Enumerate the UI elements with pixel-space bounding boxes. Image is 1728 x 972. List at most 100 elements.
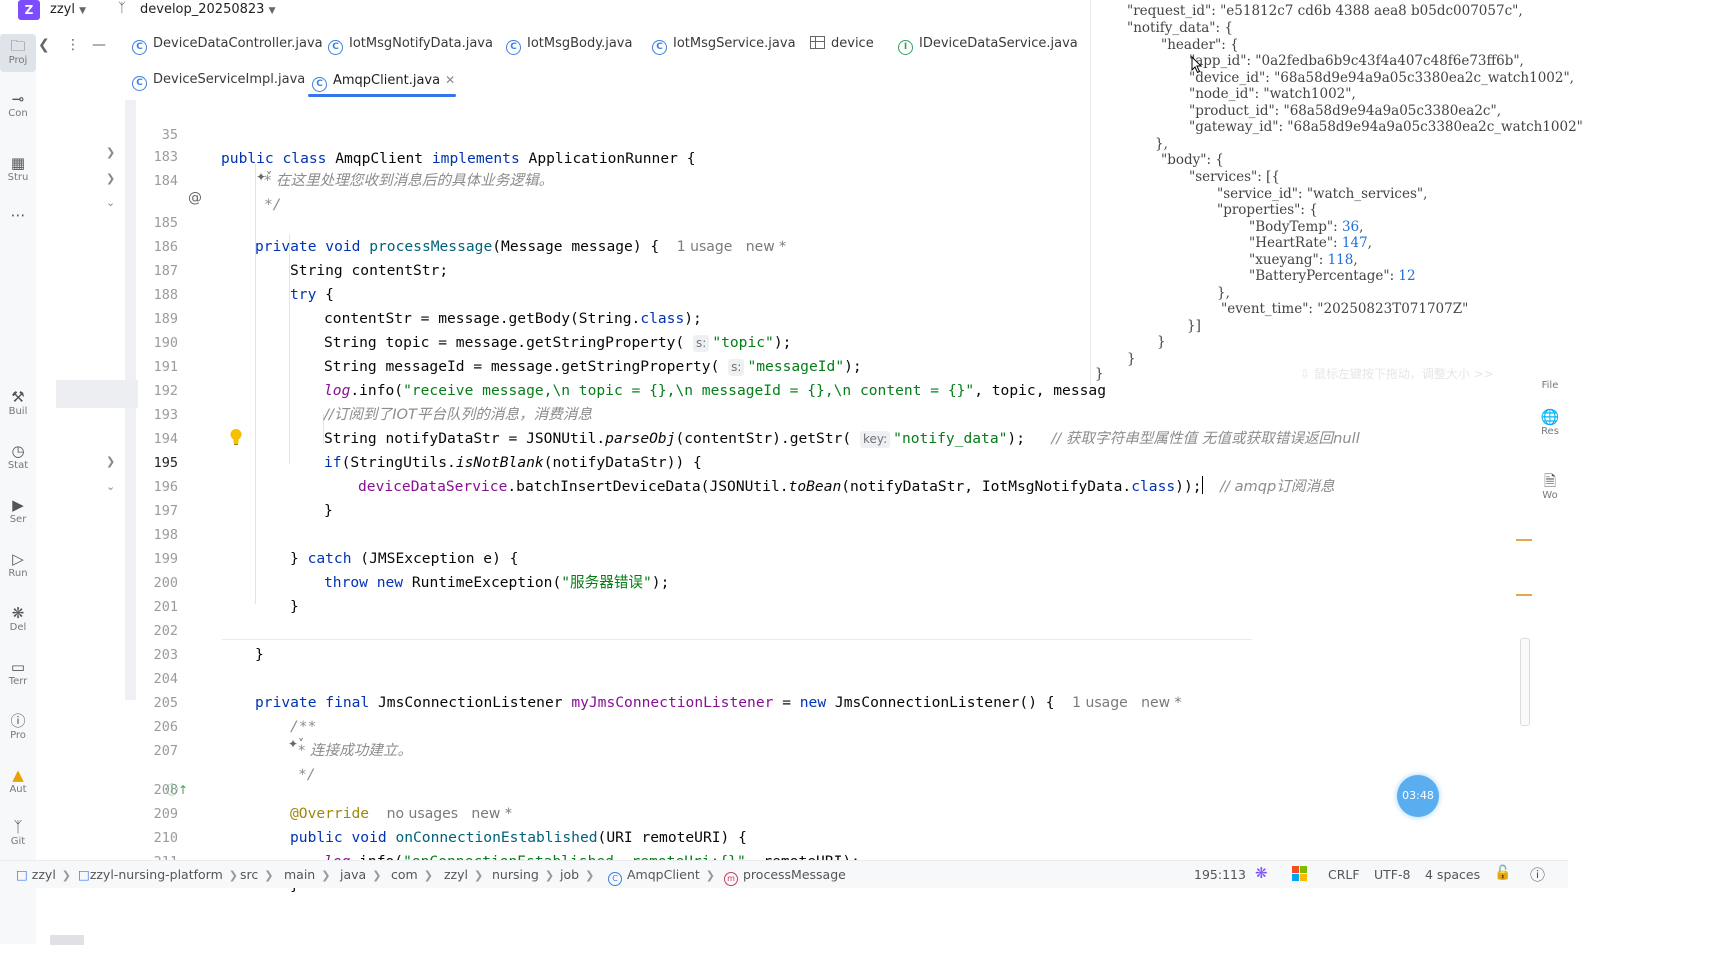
editor-vertical-scrollbar[interactable] bbox=[1520, 638, 1530, 726]
tab-amqp-client[interactable]: C AmqpClient.java ✕ bbox=[312, 66, 455, 94]
globe-icon: 🌐 bbox=[1540, 408, 1560, 426]
code-line: 201 bbox=[140, 571, 1700, 615]
project-selector[interactable]: zzyl ▼ bbox=[50, 2, 86, 17]
tab-iot-msg-notify-data[interactable]: C IotMsgNotifyData.java bbox=[328, 30, 493, 58]
table-icon bbox=[810, 36, 825, 49]
branch-selector[interactable]: develop_20250823 ▼ bbox=[140, 2, 276, 17]
tab-device-data-controller[interactable]: C DeviceDataController.java bbox=[132, 30, 323, 58]
file-encoding[interactable]: UTF-8 bbox=[1374, 867, 1410, 882]
recording-timer: 03:48 bbox=[1397, 775, 1439, 817]
code-line: 209 public void onConnectionEstablished(… bbox=[140, 778, 1700, 846]
warning-stripe-marker[interactable] bbox=[1516, 539, 1532, 541]
close-icon[interactable]: ✕ bbox=[445, 73, 455, 87]
tool-commit[interactable]: ⊸ Con bbox=[0, 90, 36, 120]
ai-sparkle-icon[interactable]: ✦˅ bbox=[256, 170, 272, 184]
breadcrumb-item[interactable]: zzyl ❯ bbox=[444, 867, 483, 882]
tool-run[interactable]: ▷ Run bbox=[0, 550, 36, 580]
tool-git[interactable]: ᛉ Git bbox=[0, 818, 36, 848]
class-icon: C bbox=[132, 76, 147, 91]
tab-device-service-impl[interactable]: C DeviceServiceImpl.java bbox=[132, 66, 305, 94]
tab-label: IotMsgService.java bbox=[673, 36, 796, 51]
json-line: }, bbox=[1217, 285, 1230, 301]
breadcrumb-item[interactable]: □ zzyl ❯ bbox=[16, 867, 71, 882]
line-ending[interactable]: CRLF bbox=[1328, 867, 1360, 882]
breadcrumb-item[interactable]: com ❯ bbox=[391, 867, 433, 882]
minimize-icon[interactable]: — bbox=[92, 37, 106, 53]
tool-file[interactable]: File bbox=[1532, 380, 1568, 392]
tab-iot-msg-body[interactable]: C IotMsgBody.java bbox=[506, 30, 632, 58]
json-line: "HeartRate": 147, bbox=[1249, 235, 1372, 251]
json-line: "service_id": "watch_services", bbox=[1217, 186, 1428, 202]
tool-word[interactable]: 🗎 Wo bbox=[1532, 472, 1568, 502]
tool-statistic[interactable]: ◷ Stat bbox=[0, 442, 36, 472]
document-icon: 🗎 bbox=[1543, 472, 1557, 490]
json-line: "services": [{ bbox=[1189, 169, 1280, 185]
project-tree-selection[interactable] bbox=[56, 380, 138, 408]
code-line: 200 } bbox=[140, 547, 1700, 615]
tab-label: device bbox=[831, 36, 874, 51]
code-line: 195 deviceDataService.batchInsertDeviceD… bbox=[140, 427, 1700, 495]
code-line: 199 throw new RuntimeException("服务器错误"); bbox=[140, 523, 1700, 591]
json-line: "node_id": "watch1002", bbox=[1189, 86, 1356, 102]
unlock-icon[interactable]: 🔓 bbox=[1494, 865, 1511, 881]
tool-more[interactable]: ⋯ bbox=[0, 206, 36, 224]
notifications-icon[interactable]: ⓘ bbox=[1530, 864, 1545, 885]
chevron-down-icon[interactable]: ⌄ bbox=[106, 196, 115, 209]
tool-services[interactable]: ▶ Ser bbox=[0, 496, 36, 526]
tab-idevice-data-service[interactable]: I IDeviceDataService.java bbox=[898, 30, 1078, 58]
tab-device-table[interactable]: device bbox=[810, 30, 874, 58]
chevron-down-icon[interactable]: ⌄ bbox=[106, 480, 115, 493]
more-vertical-icon[interactable]: ⋮ bbox=[66, 37, 80, 53]
horizontal-scrollbar[interactable] bbox=[50, 935, 84, 945]
json-line: "gateway_id": "68a58d9e94a9a05c3380ea2c_… bbox=[1189, 119, 1583, 135]
breadcrumb-item[interactable]: □zzyl-nursing-platform ❯ bbox=[78, 867, 238, 882]
json-line: "BodyTemp": 36, bbox=[1249, 219, 1364, 235]
tool-rest[interactable]: 🌐 Res bbox=[1532, 408, 1568, 438]
indent-setting[interactable]: 4 spaces bbox=[1425, 867, 1480, 882]
tool-label: Terr bbox=[8, 676, 28, 687]
branch-name: develop_20250823 bbox=[140, 2, 265, 17]
json-line: "notify_data": { bbox=[1127, 20, 1233, 36]
tool-label: Run bbox=[8, 568, 28, 579]
project-badge[interactable]: Z bbox=[18, 0, 40, 20]
git-branch-icon: ᛉ bbox=[118, 1, 126, 16]
chevron-right-icon[interactable]: ❯ bbox=[106, 455, 115, 468]
breadcrumb-item[interactable]: nursing ❯ bbox=[492, 867, 554, 882]
services-icon: ▶ bbox=[12, 496, 24, 514]
tool-debug[interactable]: ❋ Del bbox=[0, 604, 36, 634]
tool-problems[interactable]: ⓘ Pro bbox=[0, 712, 36, 742]
breadcrumb-item[interactable]: job ❯ bbox=[560, 867, 594, 882]
ai-assistant-icon[interactable]: ❋ bbox=[1255, 864, 1268, 882]
json-notification-window[interactable]: "request_id": "e51812c7 cd6b 4388 aea8 b… bbox=[1090, 0, 1583, 385]
windows-logo-icon bbox=[1292, 866, 1308, 882]
terminal-icon: ▭ bbox=[10, 658, 26, 676]
breadcrumb-item[interactable]: java ❯ bbox=[340, 867, 381, 882]
implements-marker-icon[interactable]: ⓘ↑ bbox=[166, 781, 188, 798]
breadcrumb-item[interactable]: main ❯ bbox=[284, 867, 330, 882]
resize-hint: ⇩ 鼠标左键按下拖动，调整大小 >> bbox=[1300, 367, 1494, 381]
code-line: 206 * 连接成功建立。 bbox=[140, 691, 1700, 759]
tool-label: Del bbox=[9, 622, 27, 633]
tool-structure[interactable]: ▦ Stru bbox=[0, 154, 36, 184]
breadcrumb-item[interactable]: src ❯ bbox=[240, 867, 273, 882]
breadcrumb-item[interactable]: C AmqpClient ❯ bbox=[608, 867, 715, 886]
breadcrumb-item[interactable]: m processMessage bbox=[724, 867, 846, 886]
cursor-position[interactable]: 195:113 bbox=[1194, 867, 1246, 882]
tool-project[interactable]: 🗀 Proj bbox=[0, 34, 36, 72]
chevron-right-icon[interactable]: ❯ bbox=[106, 146, 115, 159]
code-line: 207 */ bbox=[140, 715, 1700, 783]
tool-label: Pro bbox=[10, 730, 26, 741]
warning-stripe-marker[interactable] bbox=[1516, 594, 1532, 596]
tool-label: Aut bbox=[9, 784, 27, 795]
chevron-right-icon[interactable]: ❯ bbox=[106, 172, 115, 185]
tab-iot-msg-service[interactable]: C IotMsgService.java bbox=[652, 30, 796, 58]
ai-sparkle-icon[interactable]: ✦˅ bbox=[288, 737, 304, 751]
tool-auto[interactable]: ▲ Aut bbox=[0, 766, 36, 796]
tool-build[interactable]: ⚒ Buil bbox=[0, 388, 36, 418]
tool-terminal[interactable]: ▭ Terr bbox=[0, 658, 36, 688]
folder-icon: 🗀 bbox=[10, 37, 26, 55]
lightbulb-icon[interactable] bbox=[229, 428, 243, 446]
override-marker-icon[interactable]: @ bbox=[188, 190, 202, 206]
chevron-left-icon[interactable]: ❮ bbox=[38, 37, 50, 53]
code-line: 202 } bbox=[140, 595, 1700, 663]
